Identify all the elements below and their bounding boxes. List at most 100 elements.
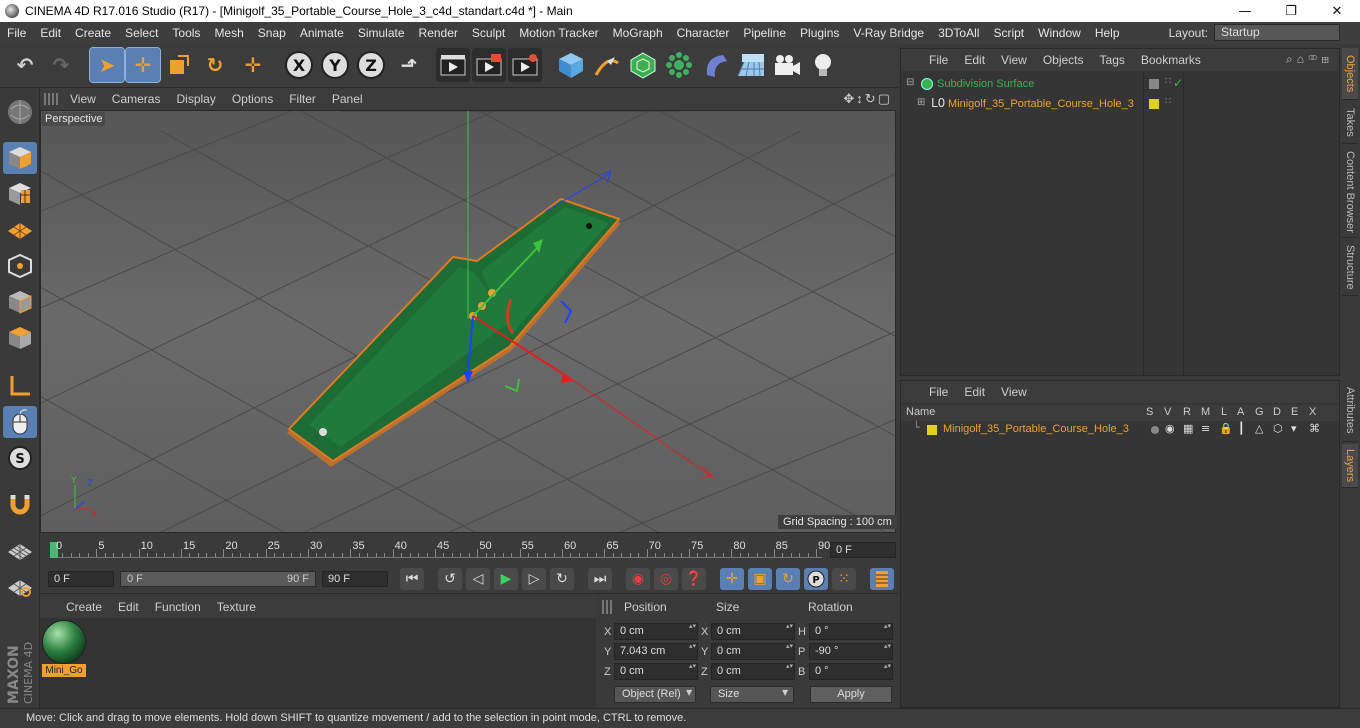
menu-character[interactable]: Character	[670, 26, 737, 40]
record-active-objects-icon[interactable]: ◉	[626, 568, 650, 590]
object-menu-file[interactable]: File	[921, 53, 956, 67]
move-tool-icon[interactable]: ✛	[125, 47, 161, 83]
render-view-icon[interactable]	[436, 48, 470, 82]
layer-column-animation[interactable]: A	[1237, 406, 1244, 418]
record-rotation-icon[interactable]: ↻	[776, 568, 800, 590]
menu-motion-tracker[interactable]: Motion Tracker	[512, 26, 605, 40]
deformer-icon[interactable]: ⬡	[1273, 422, 1283, 435]
menu-3dtoall[interactable]: 3DToAll	[931, 26, 986, 40]
object-row-subdivision[interactable]: ⊟ Subdivision Surface ∷ ✓	[901, 75, 1339, 95]
z-axis-lock-button[interactable]: Z	[354, 48, 388, 82]
size-z-field[interactable]: 0 cm	[711, 663, 795, 680]
light-icon[interactable]	[806, 48, 840, 82]
menu-animate[interactable]: Animate	[293, 26, 351, 40]
lock-workplane-icon[interactable]	[3, 570, 37, 602]
snap-icon[interactable]: S	[3, 442, 37, 474]
redo-icon[interactable]: ↷	[44, 48, 78, 82]
search-icon[interactable]: ⌕	[1286, 52, 1297, 66]
menu-create[interactable]: Create	[68, 26, 118, 40]
layer-column-deformers[interactable]: D	[1273, 406, 1281, 418]
material-menu-function[interactable]: Function	[147, 600, 209, 614]
undo-icon[interactable]: ↶	[8, 48, 42, 82]
edges-mode-icon[interactable]	[3, 286, 37, 318]
menu-select[interactable]: Select	[118, 26, 165, 40]
rot-p-field[interactable]: -90 °	[809, 643, 893, 660]
object-menu-bookmarks[interactable]: Bookmarks	[1133, 53, 1209, 67]
visibility-dots-icon[interactable]: ∷	[1165, 96, 1171, 107]
viewport-pan-icon[interactable]: ✥	[843, 91, 856, 106]
collapse-icon[interactable]: ⊟	[906, 77, 914, 88]
layer-column-render[interactable]: R	[1183, 406, 1191, 418]
next-key-icon[interactable]: ↻	[550, 568, 574, 590]
render-picture-viewer-icon[interactable]	[472, 48, 506, 82]
perspective-viewport[interactable]: Y Z X	[40, 110, 896, 533]
y-axis-lock-button[interactable]: Y	[318, 48, 352, 82]
object-menu-tags[interactable]: Tags	[1092, 53, 1133, 67]
object-menu-edit[interactable]: Edit	[956, 53, 993, 67]
array-mograph-icon[interactable]	[662, 48, 696, 82]
go-to-end-icon[interactable]: ⏭	[588, 568, 612, 590]
scale-tool-icon[interactable]	[162, 48, 196, 82]
tab-objects[interactable]: Objects	[1342, 48, 1358, 100]
apply-button[interactable]: Apply	[810, 686, 892, 703]
render-clapper-icon[interactable]: ▦	[1183, 422, 1193, 435]
timeline-ruler[interactable]: 0 5 10 15 20 25 30 35 40 45 50 55 60 65 70 75 80 85 90 0 F	[40, 536, 898, 564]
polygons-mode-icon[interactable]	[3, 322, 37, 354]
layer-color-swatch[interactable]	[927, 425, 937, 435]
deformer-bend-icon[interactable]	[698, 48, 732, 82]
model-mode-icon[interactable]	[3, 142, 37, 174]
maximize-button[interactable]: ❐	[1268, 0, 1314, 22]
rotate-tool-icon[interactable]: ↻	[198, 48, 232, 82]
layer-name[interactable]: Minigolf_35_Portable_Course_Hole_3	[943, 423, 1129, 435]
tab-attributes[interactable]: Attributes	[1342, 380, 1358, 442]
menu-simulate[interactable]: Simulate	[351, 26, 412, 40]
lock-icon[interactable]: 🔒	[1219, 422, 1233, 435]
object-row-minigolf[interactable]: ⊞ L0 Minigolf_35_Portable_Course_Hole_3 …	[901, 95, 1339, 115]
subdivision-surface-icon[interactable]	[626, 48, 660, 82]
layer-column-solo[interactable]: S	[1146, 406, 1153, 418]
keyframe-selection-icon[interactable]: ❓	[682, 568, 706, 590]
timeline-track[interactable]: 0 5 10 15 20 25 30 35 40 45 50 55 60 65 70 75 80 85 90	[50, 540, 830, 558]
viewport-menu-display[interactable]: Display	[168, 92, 223, 106]
expand-icon[interactable]: ⊞	[917, 97, 925, 108]
tab-takes[interactable]: Takes	[1342, 102, 1358, 144]
record-parameter-icon[interactable]: P	[804, 568, 828, 590]
viewport-zoom-icon[interactable]: ↕	[856, 91, 865, 106]
menu-mesh[interactable]: Mesh	[207, 26, 250, 40]
menu-tools[interactable]: Tools	[165, 26, 207, 40]
recent-tool-icon[interactable]: ✛	[236, 48, 270, 82]
layer-menu-file[interactable]: File	[921, 385, 956, 399]
pen-spline-icon[interactable]	[590, 48, 624, 82]
layer-column-view[interactable]: V	[1164, 406, 1171, 418]
tab-structure[interactable]: Structure	[1342, 240, 1358, 296]
camera-icon[interactable]	[770, 48, 804, 82]
manager-icon[interactable]: ≡	[1201, 422, 1210, 435]
eye-icon[interactable]: ◉	[1165, 422, 1175, 435]
viewport-menu-filter[interactable]: Filter	[281, 92, 324, 106]
layer-row[interactable]: └ Minigolf_35_Portable_Course_Hole_3 ◉ ▦…	[901, 421, 1339, 439]
layer-column-locked[interactable]: L	[1221, 406, 1227, 418]
tab-layers[interactable]: Layers	[1342, 444, 1358, 488]
xref-icon[interactable]: ⌘	[1309, 422, 1320, 435]
material-menu-create[interactable]: Create	[58, 600, 110, 614]
pos-x-field[interactable]: 0 cm	[614, 623, 698, 640]
minigolf-course-model[interactable]	[287, 197, 621, 467]
viewport-menu-options[interactable]: Options	[224, 92, 281, 106]
menu-file[interactable]: File	[0, 26, 33, 40]
previous-key-icon[interactable]: ↺	[438, 568, 462, 590]
new-view-icon[interactable]: ⊞	[1321, 52, 1333, 66]
coordinate-mode-dropdown[interactable]: Object (Rel)	[614, 686, 696, 703]
menu-edit[interactable]: Edit	[33, 26, 68, 40]
link-icon[interactable]: ⚭	[1308, 52, 1321, 66]
layer-column-generators[interactable]: G	[1255, 406, 1264, 418]
record-point-level-icon[interactable]: ⁙	[832, 568, 856, 590]
layer-menu-view[interactable]: View	[993, 385, 1035, 399]
object-layer-swatch[interactable]	[1149, 79, 1159, 89]
material-menu-edit[interactable]: Edit	[110, 600, 147, 614]
frame-range-slider[interactable]: 0 F 90 F	[120, 571, 316, 587]
record-scale-icon[interactable]: ▣	[748, 568, 772, 590]
menu-pipeline[interactable]: Pipeline	[736, 26, 793, 40]
menu-render[interactable]: Render	[412, 26, 465, 40]
viewport-menu-panel[interactable]: Panel	[324, 92, 371, 106]
solo-toggle-icon[interactable]	[1151, 426, 1159, 434]
